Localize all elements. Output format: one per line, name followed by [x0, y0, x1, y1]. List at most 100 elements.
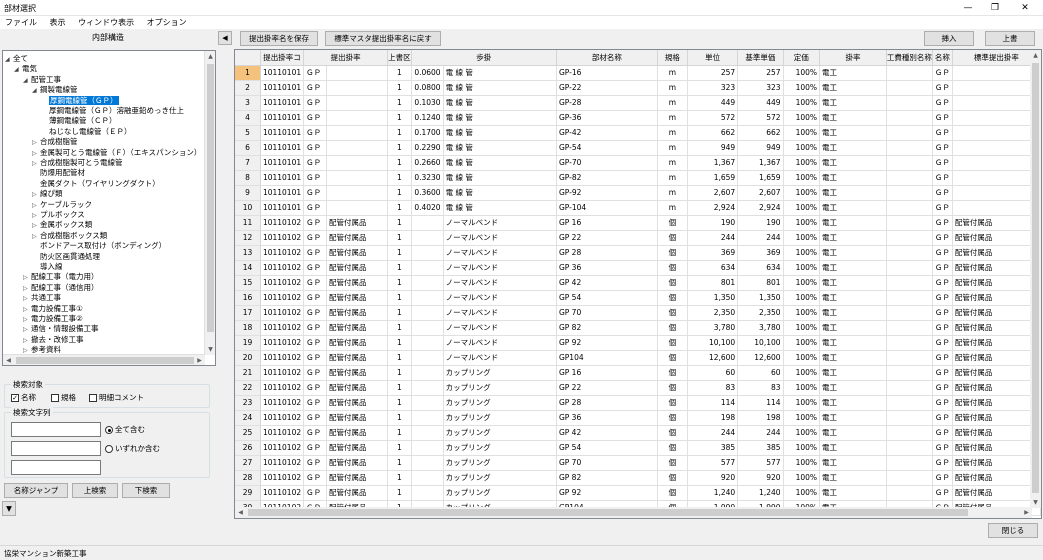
table-cell[interactable]: 電工	[819, 395, 887, 411]
table-cell[interactable]	[952, 200, 1041, 216]
table-cell[interactable]: 電工	[819, 140, 887, 156]
table-cell[interactable]	[886, 140, 933, 156]
tree-node[interactable]: ▷ ケーブルラック	[32, 199, 92, 210]
table-cell[interactable]: ＧＰ	[303, 290, 327, 306]
table-cell[interactable]: 10110102	[260, 410, 305, 426]
table-cell[interactable]: ＧＰ	[932, 425, 953, 441]
table-cell[interactable]: 1	[387, 230, 412, 246]
table-cell[interactable]: m	[657, 200, 689, 216]
table-cell[interactable]: 1	[387, 320, 412, 336]
table-cell[interactable]: GP-28	[556, 95, 658, 111]
table-cell[interactable]: 配管付属品	[326, 305, 389, 321]
tree-scroll-thumb[interactable]	[207, 64, 214, 332]
table-cell[interactable]: 電工	[819, 185, 887, 201]
table-cell[interactable]: 個	[657, 425, 689, 441]
table-cell[interactable]: 電工	[819, 110, 887, 126]
table-cell[interactable]	[411, 485, 444, 501]
row-number[interactable]: 21	[235, 365, 261, 381]
table-cell[interactable]: 1,240	[687, 485, 739, 501]
table-cell[interactable]	[886, 215, 933, 231]
tree-node[interactable]: 導入線	[32, 261, 63, 272]
table-cell[interactable]: 10110102	[260, 275, 305, 291]
table-cell[interactable]: GP 28	[556, 395, 658, 411]
table-cell[interactable]: ＧＰ	[932, 410, 953, 426]
table-row[interactable]: 5 10110101 ＧＰ 1 0.1700 電 線 管 GP-42 m 662 662 100% 電…	[235, 125, 1041, 141]
table-cell[interactable]	[326, 95, 389, 111]
scroll-up-icon[interactable]: ▲	[205, 51, 215, 62]
tree-node[interactable]: 厚鋼電線管（ＧＰ）溶融亜鉛めっき仕上	[41, 105, 184, 116]
table-row[interactable]: 7 10110101 ＧＰ 1 0.2660 電 線 管 GP-70 m 1,367 1,367 1…	[235, 155, 1041, 171]
table-cell[interactable]: 電工	[819, 80, 887, 96]
column-header[interactable]: 歩掛	[411, 50, 557, 66]
table-cell[interactable]: 配管付属品	[952, 290, 1041, 306]
table-cell[interactable]: 10110102	[260, 485, 305, 501]
table-cell[interactable]: 1	[387, 140, 412, 156]
table-cell[interactable]: GP 92	[556, 335, 658, 351]
table-cell[interactable]: 1,367	[737, 155, 784, 171]
expand-down-icon[interactable]: ▼	[2, 501, 16, 516]
menu-window[interactable]: ウィンドウ表示	[73, 16, 139, 29]
table-cell[interactable]	[411, 470, 444, 486]
table-cell[interactable]: 60	[737, 365, 784, 381]
column-header[interactable]: 規格	[657, 50, 689, 66]
table-cell[interactable]: 577	[687, 455, 739, 471]
table-cell[interactable]: 100%	[783, 200, 821, 216]
table-cell[interactable]: 配管付属品	[326, 230, 389, 246]
table-row[interactable]: 3 10110101 ＧＰ 1 0.1030 電 線 管 GP-28 m 449 449 100% 電…	[235, 95, 1041, 111]
table-cell[interactable]: 配管付属品	[326, 260, 389, 276]
table-cell[interactable]: 100%	[783, 65, 821, 81]
table-cell[interactable]	[326, 140, 389, 156]
table-cell[interactable]: 100%	[783, 440, 821, 456]
table-cell[interactable]: 配管付属品	[952, 215, 1041, 231]
table-cell[interactable]: 100%	[783, 320, 821, 336]
table-cell[interactable]: 634	[687, 260, 739, 276]
table-cell[interactable]: 個	[657, 290, 689, 306]
table-cell[interactable]: 個	[657, 410, 689, 426]
tree-node[interactable]: ボンドアース取付け（ボンディング）	[32, 240, 166, 251]
table-cell[interactable]: ＧＰ	[932, 350, 953, 366]
table-cell[interactable]: 10,100	[687, 335, 739, 351]
row-number[interactable]: 4	[235, 110, 261, 126]
table-cell[interactable]: 配管付属品	[326, 275, 389, 291]
table-cell[interactable]	[886, 320, 933, 336]
column-header[interactable]: 標準提出掛率	[952, 50, 1041, 66]
table-cell[interactable]: ＧＰ	[303, 365, 327, 381]
table-cell[interactable]: 100%	[783, 140, 821, 156]
table-cell[interactable]	[411, 380, 444, 396]
column-header[interactable]	[235, 50, 261, 66]
table-cell[interactable]: GP-42	[556, 125, 658, 141]
materials-grid[interactable]: 提出掛率コ 提出掛率 上書区 歩掛 部材名称 規格 単位 基準単価 定価 掛率 工費種別名称 名称 標準…	[234, 49, 1042, 519]
tree-expander-icon[interactable]: ◢	[14, 64, 22, 75]
table-cell[interactable]: 個	[657, 365, 689, 381]
row-number[interactable]: 17	[235, 305, 261, 321]
table-cell[interactable]: ＧＰ	[303, 335, 327, 351]
table-cell[interactable]: ノーマルベンド	[443, 350, 557, 366]
table-row[interactable]: 9 10110101 ＧＰ 1 0.3600 電 線 管 GP-92 m 2,607 2,607 1…	[235, 185, 1041, 201]
table-cell[interactable]: 100%	[783, 305, 821, 321]
table-cell[interactable]: 369	[737, 245, 784, 261]
table-cell[interactable]: ＧＰ	[932, 80, 953, 96]
row-number[interactable]: 14	[235, 260, 261, 276]
table-cell[interactable]: 配管付属品	[326, 425, 389, 441]
table-cell[interactable]: カップリング	[443, 485, 557, 501]
table-cell[interactable]: GP 28	[556, 245, 658, 261]
table-cell[interactable]: 10110102	[260, 245, 305, 261]
table-row[interactable]: 24 10110102 ＧＰ 配管付属品 1 カップリング GP 36 個 198 198 100%…	[235, 410, 1041, 426]
column-header[interactable]: 名称	[932, 50, 953, 66]
table-cell[interactable]: 電 線 管	[443, 185, 557, 201]
row-number[interactable]: 13	[235, 245, 261, 261]
table-cell[interactable]: 電工	[819, 485, 887, 501]
table-cell[interactable]: 配管付属品	[326, 485, 389, 501]
table-cell[interactable]: 10110102	[260, 440, 305, 456]
table-cell[interactable]: 801	[737, 275, 784, 291]
table-cell[interactable]: 個	[657, 455, 689, 471]
row-number[interactable]: 5	[235, 125, 261, 141]
table-cell[interactable]: 配管付属品	[952, 455, 1041, 471]
table-cell[interactable]: GP 22	[556, 230, 658, 246]
table-cell[interactable]: 1	[387, 335, 412, 351]
table-cell[interactable]: 2,350	[737, 305, 784, 321]
table-cell[interactable]: 10110102	[260, 305, 305, 321]
table-cell[interactable]: 10110102	[260, 260, 305, 276]
table-cell[interactable]: 83	[687, 380, 739, 396]
table-cell[interactable]: ＧＰ	[303, 245, 327, 261]
